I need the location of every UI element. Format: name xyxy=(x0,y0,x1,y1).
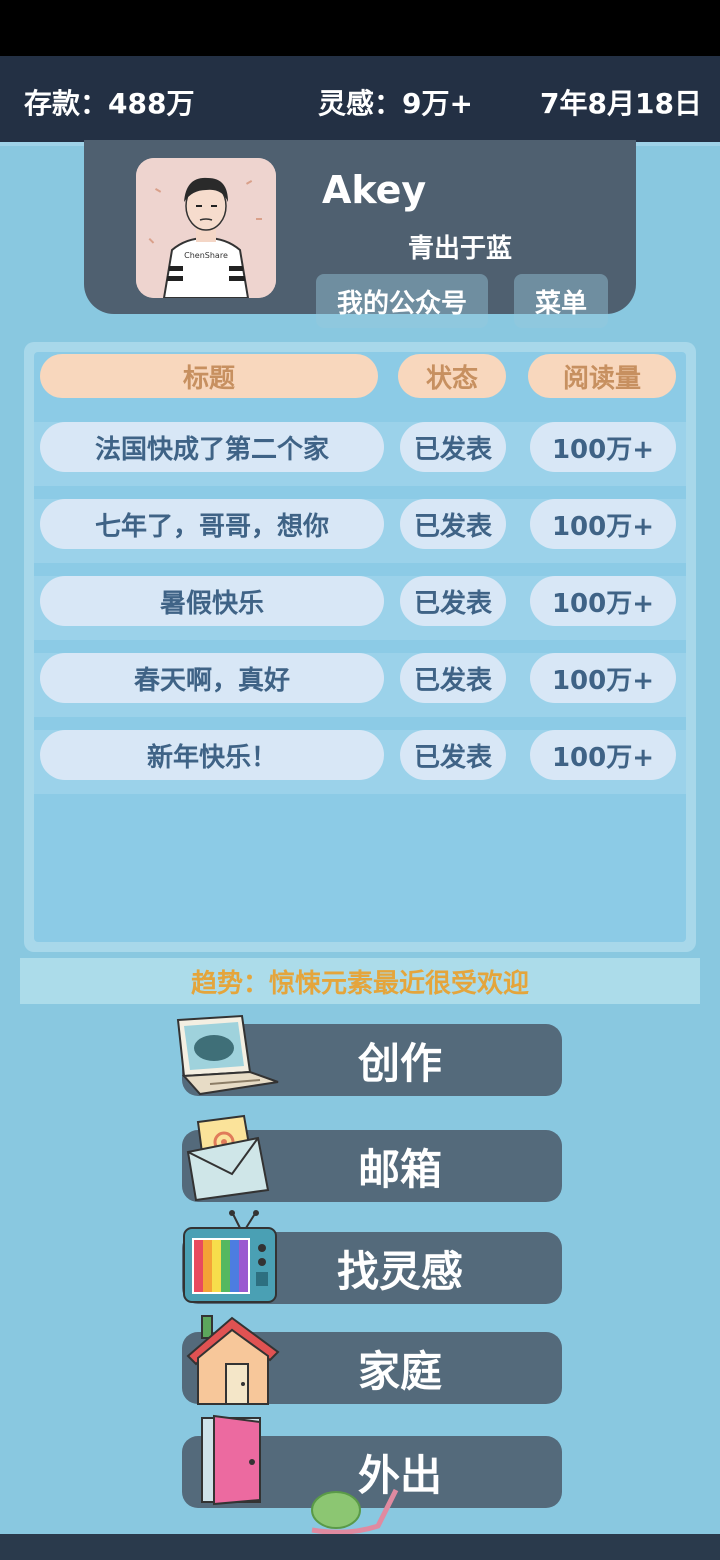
article-reads: 100万+ xyxy=(530,499,676,549)
savings-stat: 存款：488万 xyxy=(24,87,195,120)
avatar-shirt-text: ChenShare xyxy=(184,251,228,260)
snail-icon xyxy=(311,1488,399,1535)
status-bar xyxy=(0,0,720,56)
envelope-icon xyxy=(186,1114,270,1202)
top-stats-bar: 存款：488万 灵感：9万+ 7年8月18日 xyxy=(0,56,720,142)
article-title[interactable]: 七年了，哥哥，想你 xyxy=(40,499,384,549)
article-reads: 100万+ xyxy=(530,653,676,703)
door-icon xyxy=(201,1414,261,1506)
header-reads: 阅读量 xyxy=(528,354,676,398)
article-status: 已发表 xyxy=(400,653,506,703)
article-status: 已发表 xyxy=(400,499,506,549)
profile-panel: ChenShare Akey 青出于蓝 我的公众号 菜单 xyxy=(84,140,636,328)
article-title[interactable]: 新年快乐！ xyxy=(40,730,384,780)
house-icon xyxy=(186,1315,280,1405)
player-motto: 青出于蓝 xyxy=(408,234,513,264)
game-date: 7年8月18日 xyxy=(540,87,702,120)
article-status: 已发表 xyxy=(400,576,506,626)
articles-table: 标题 状态 阅读量 法国快成了第二个家 已发表 100万+ 七年了，哥哥，想你 … xyxy=(24,342,696,952)
menu-button[interactable]: 菜单 xyxy=(514,274,608,328)
avatar[interactable]: ChenShare xyxy=(136,158,276,298)
article-reads: 100万+ xyxy=(530,576,676,626)
article-title[interactable]: 春天啊，真好 xyxy=(40,653,384,703)
article-reads: 100万+ xyxy=(530,730,676,780)
header-status: 状态 xyxy=(398,354,506,398)
laptop-icon xyxy=(176,1014,279,1096)
article-title[interactable]: 法国快成了第二个家 xyxy=(40,422,384,472)
article-status: 已发表 xyxy=(400,422,506,472)
article-reads: 100万+ xyxy=(530,422,676,472)
my-account-button[interactable]: 我的公众号 xyxy=(316,274,488,328)
article-status: 已发表 xyxy=(400,730,506,780)
tv-icon xyxy=(183,1210,277,1303)
avatar-illustration: ChenShare xyxy=(136,158,276,298)
inspiration-stat: 灵感：9万+ xyxy=(318,87,473,120)
player-name: Akey xyxy=(322,168,427,212)
bottom-bar xyxy=(0,1534,720,1560)
trend-banner: 趋势：惊悚元素最近很受欢迎 xyxy=(20,958,700,1004)
header-title: 标题 xyxy=(40,354,378,398)
article-title[interactable]: 暑假快乐 xyxy=(40,576,384,626)
